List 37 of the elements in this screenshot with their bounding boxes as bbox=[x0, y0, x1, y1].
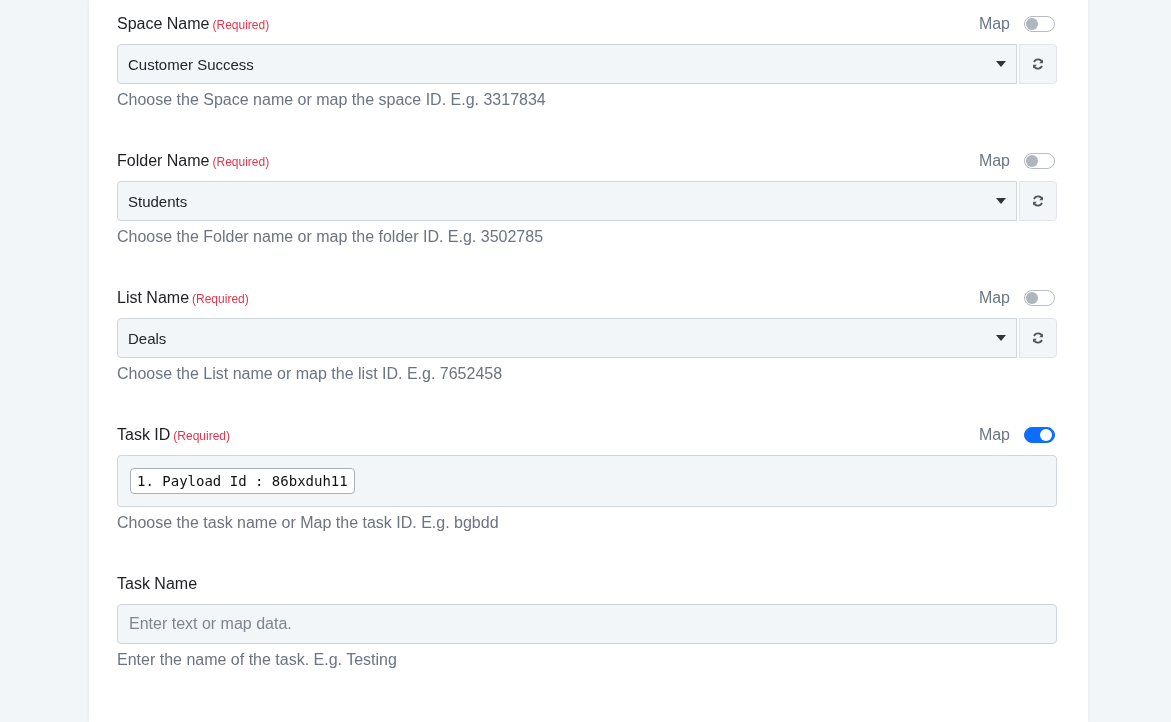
caret-icon bbox=[996, 198, 1006, 204]
field-label: Folder Name bbox=[117, 152, 210, 170]
help-text: Choose the List name or map the list ID. E.g. 7652458 bbox=[117, 364, 504, 384]
map-label: Map bbox=[978, 15, 1010, 33]
map-label: Map bbox=[978, 426, 1010, 444]
mapped-token[interactable]: 1. Payload Id : 86bxduh11 bbox=[130, 468, 355, 494]
dropdown-field[interactable]: Students bbox=[117, 181, 1017, 221]
field-label: Space Name bbox=[117, 15, 210, 33]
dropdown-field[interactable]: Customer Success bbox=[117, 44, 1017, 84]
help-text: Choose the Folder name or map the folder ID. E.g. 3502785 bbox=[117, 227, 545, 247]
required-note: (Required) bbox=[212, 155, 270, 169]
text-input[interactable]: Enter text or map data. bbox=[117, 604, 1057, 644]
caret-icon bbox=[996, 61, 1006, 67]
refresh-button[interactable] bbox=[1019, 181, 1057, 221]
field-label: List Name bbox=[117, 289, 190, 307]
map-toggle[interactable] bbox=[1024, 153, 1055, 169]
map-label: Map bbox=[978, 152, 1010, 170]
refresh-button[interactable] bbox=[1019, 318, 1057, 358]
required-note: (Required) bbox=[192, 292, 249, 306]
map-label: Map bbox=[978, 289, 1010, 307]
help-text: Choose the task name or Map the task ID. E.g. bgbdd bbox=[117, 513, 500, 533]
field-label: Task Name bbox=[117, 575, 198, 593]
mapped-field[interactable]: 1. Payload Id : 86bxduh11 bbox=[117, 455, 1057, 507]
refresh-icon bbox=[1032, 195, 1044, 207]
refresh-icon bbox=[1032, 332, 1044, 344]
help-text: Choose the Space name or map the space ID. E.g. 3317834 bbox=[117, 90, 547, 110]
help-text: Enter the name of the task. E.g. Testing bbox=[117, 650, 398, 670]
map-toggle[interactable] bbox=[1024, 290, 1055, 306]
required-note: (Required) bbox=[212, 18, 270, 32]
required-note: (Required) bbox=[173, 429, 231, 443]
dropdown-field[interactable]: Deals bbox=[117, 318, 1017, 358]
refresh-icon bbox=[1032, 58, 1044, 70]
field-label: Task ID bbox=[117, 426, 171, 444]
caret-icon bbox=[996, 335, 1006, 341]
map-toggle[interactable] bbox=[1024, 427, 1055, 443]
map-toggle[interactable] bbox=[1024, 16, 1055, 32]
refresh-button[interactable] bbox=[1019, 44, 1057, 84]
